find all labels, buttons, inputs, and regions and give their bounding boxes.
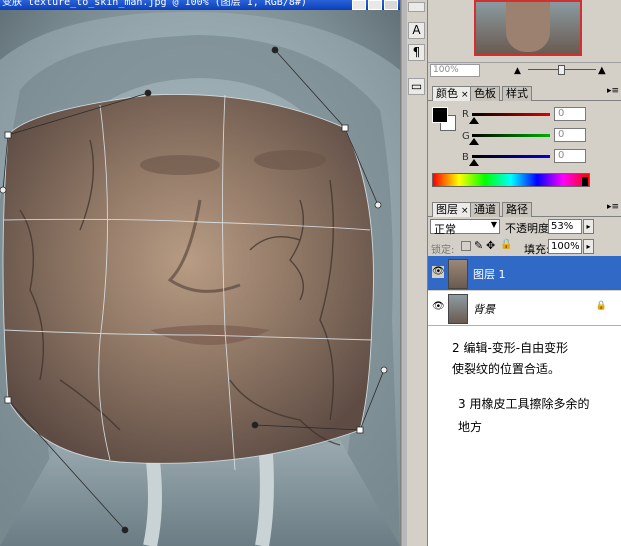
left-eye [140, 155, 220, 175]
image-canvas[interactable] [0, 10, 400, 546]
spectrum-black-swatch[interactable] [582, 177, 588, 186]
channel-g-slider[interactable] [472, 134, 550, 137]
lock-label: 锁定: [431, 245, 455, 256]
lock-pixels-icon[interactable]: ✎ [474, 239, 483, 252]
channel-g-thumb[interactable] [469, 138, 479, 145]
layers-panel-tabbar: 图层 × 通道 路径 ▸≡ [428, 200, 621, 217]
channel-b-thumb[interactable] [469, 159, 479, 166]
lock-transparency-icon[interactable] [461, 241, 471, 251]
info-panel-icon[interactable]: ▭ [408, 78, 425, 95]
blend-mode-value: 正常 [434, 223, 456, 236]
tab-layers-label: 图层 [436, 203, 458, 216]
zoom-out-icon[interactable]: ▲ [514, 66, 521, 76]
channel-b-slider[interactable] [472, 155, 550, 158]
navigator-preview[interactable] [474, 0, 582, 56]
navigator-zoom-bar: 100% ▲ ▲ [428, 62, 621, 77]
palette-dock: A ¶ ▭ [407, 0, 428, 546]
layer-name: 背景 [473, 303, 495, 316]
zoom-in-icon[interactable]: ▲ [598, 65, 606, 76]
eye-icon[interactable]: 👁 [432, 266, 445, 278]
right-eye [254, 150, 326, 170]
navigator-zoom-field[interactable]: 100% [430, 64, 480, 77]
channel-r-thumb[interactable] [469, 117, 479, 124]
fill-label: 填充: [524, 243, 550, 256]
channel-r-label: R [462, 109, 469, 120]
tab-color-label: 颜色 [436, 87, 458, 100]
document-window: 变肤 texture_to_skin_man.jpg @ 100% (图层 1,… [0, 0, 400, 546]
dock-top-button[interactable] [408, 2, 425, 12]
navigator-face-preview [506, 2, 550, 52]
layer-thumbnail [448, 294, 468, 324]
opacity-field[interactable]: 53% [548, 219, 582, 234]
close-icon[interactable]: × [461, 206, 469, 216]
lock-icon: 🔒 [595, 301, 607, 311]
channel-r-slider[interactable] [472, 113, 550, 116]
layers-panel-body: 正常 ▼ 不透明度: 53% ▸ 锁定: ✎ ✥ 🔒 填充: 100% ▸ 👁 … [428, 217, 621, 546]
color-spectrum-bar[interactable] [432, 173, 590, 187]
lock-all-icon[interactable]: 🔒 [500, 239, 512, 250]
fill-field[interactable]: 100% [548, 239, 582, 254]
close-button[interactable] [384, 0, 398, 10]
document-title-bar[interactable]: 变肤 texture_to_skin_man.jpg @ 100% (图层 1,… [0, 0, 400, 10]
close-icon[interactable]: × [461, 90, 469, 100]
lock-position-icon[interactable]: ✥ [486, 239, 495, 252]
color-panel-body: R 0 G 0 B 0 [428, 101, 621, 196]
paragraph-panel-icon[interactable]: ¶ [408, 44, 425, 61]
chevron-down-icon: ▼ [490, 220, 497, 229]
palettes-area: 100% ▲ ▲ 颜色 × 色板 样式 ▸≡ R 0 G 0 B 0 图层 × … [428, 0, 621, 546]
layer-row-background[interactable]: 👁 背景 🔒 [428, 291, 621, 326]
tab-color[interactable]: 颜色 × [432, 86, 473, 101]
document-title: 变肤 texture_to_skin_man.jpg @ 100% (图层 1,… [2, 0, 307, 8]
channel-b-label: B [462, 152, 469, 163]
face-texture [3, 94, 374, 464]
channel-r-value[interactable]: 0 [554, 107, 586, 121]
instruction-step3-line2: 地方 [458, 420, 483, 434]
layer-name: 图层 1 [473, 268, 506, 281]
maximize-button[interactable] [368, 0, 382, 10]
tab-channels[interactable]: 通道 [470, 202, 500, 217]
zoom-slider-thumb[interactable] [558, 65, 565, 75]
opacity-slider-toggle[interactable]: ▸ [583, 219, 594, 234]
instruction-step2-line2: 使裂纹的位置合适。 [452, 362, 561, 376]
layer-thumbnail [448, 259, 468, 289]
minimize-button[interactable] [352, 0, 366, 10]
channel-g-value[interactable]: 0 [554, 128, 586, 142]
drawstring-right [255, 439, 274, 546]
panel-menu-icon[interactable]: ▸≡ [607, 202, 619, 212]
panel-menu-icon[interactable]: ▸≡ [607, 86, 619, 96]
blend-mode-select[interactable]: 正常 ▼ [430, 219, 500, 236]
color-panel-tabbar: 颜色 × 色板 样式 ▸≡ [428, 84, 621, 101]
layer-row-layer1[interactable]: 👁 图层 1 [428, 256, 621, 290]
channel-b-value[interactable]: 0 [554, 149, 586, 163]
tab-paths[interactable]: 路径 [502, 202, 532, 217]
opacity-label: 不透明度: [505, 222, 553, 235]
tab-layers[interactable]: 图层 × [432, 202, 473, 217]
tab-styles[interactable]: 样式 [502, 86, 532, 101]
navigator-panel: 100% ▲ ▲ [428, 0, 621, 80]
foreground-color-swatch-top [432, 107, 448, 123]
tab-swatches[interactable]: 色板 [470, 86, 500, 101]
fill-slider-toggle[interactable]: ▸ [583, 239, 594, 254]
eye-icon[interactable]: 👁 [432, 301, 445, 313]
character-panel-icon[interactable]: A [408, 22, 425, 39]
